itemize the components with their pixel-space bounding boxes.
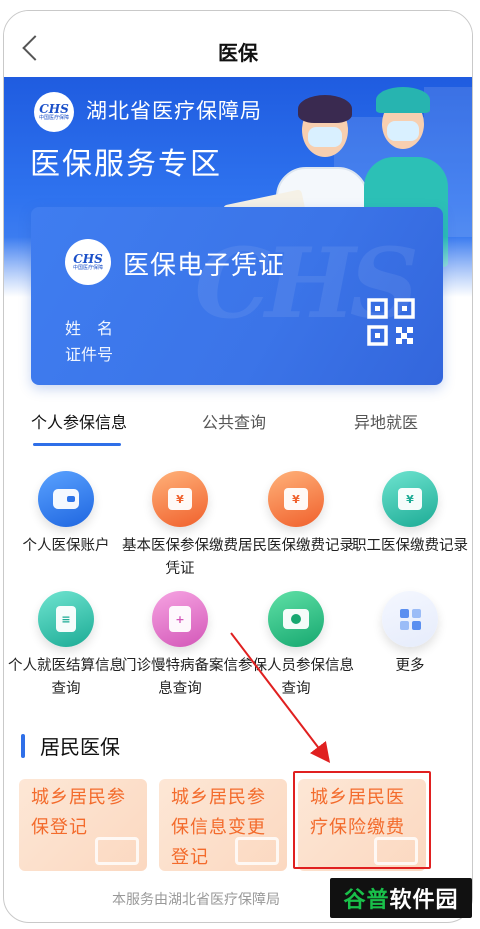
annotation-arrow (230, 632, 331, 763)
watermark-text: 软件园 (389, 888, 459, 913)
phone-frame: 医保 CHS 中国医疗保障 湖北省医疗保障局 医保服务专区 CHS CHS 中国… (3, 10, 473, 923)
site-watermark: 谷普软件园 (330, 878, 472, 918)
watermark-text: 谷普 (343, 888, 390, 913)
footer-note: 本服务由湖北省医疗保障局 (112, 892, 280, 908)
